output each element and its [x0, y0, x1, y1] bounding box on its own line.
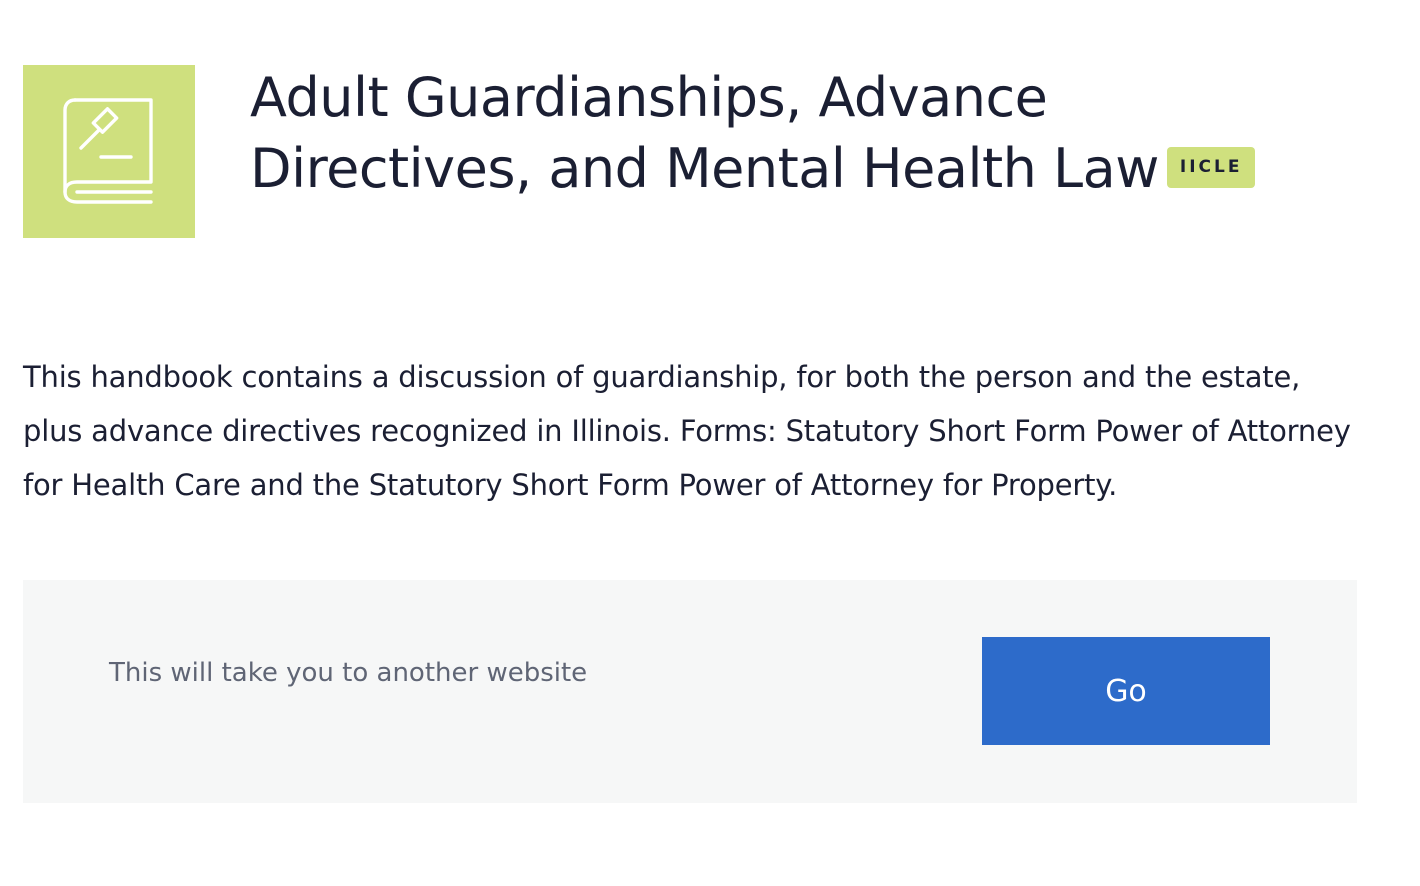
page-title-text: Adult Guardianships, Advance Directives,… — [250, 66, 1159, 200]
title-wrap: Adult Guardianships, Advance Directives,… — [250, 62, 1330, 204]
page-title: Adult Guardianships, Advance Directives,… — [250, 62, 1330, 204]
resource-icon-tile — [23, 65, 195, 238]
external-link-panel: This will take you to another website Go — [23, 580, 1357, 803]
external-link-notice: This will take you to another website — [109, 658, 588, 688]
resource-description: This handbook contains a discussion of g… — [23, 360, 1351, 502]
go-button[interactable]: Go — [982, 637, 1270, 745]
publisher-badge: IICLE — [1166, 146, 1256, 188]
resource-header: Adult Guardianships, Advance Directives,… — [23, 65, 1363, 238]
gavel-book-icon — [63, 97, 153, 204]
